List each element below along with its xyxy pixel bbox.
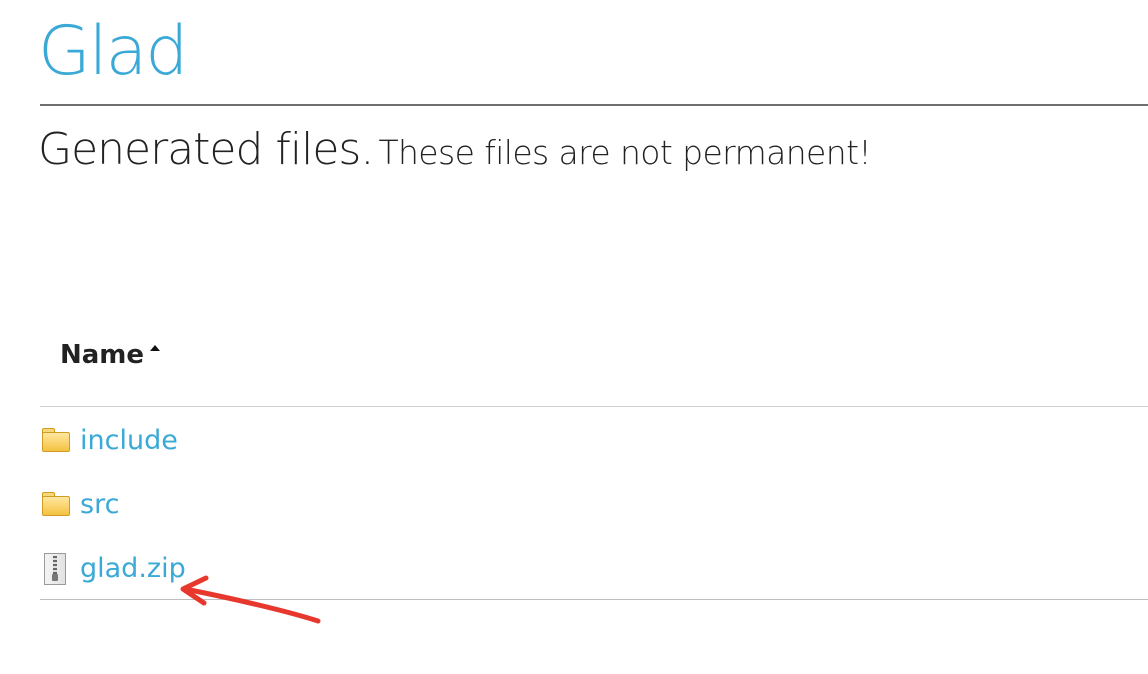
subtitle-main: Generated files. [38,124,374,175]
table-bottom-divider [40,599,1148,600]
list-item: glad.zip [40,548,186,588]
page-title: Glad [38,12,188,91]
subtitle-note: These files are not permanent! [378,133,872,172]
glad-zip-download-link[interactable]: glad.zip [80,555,186,582]
src-folder-link[interactable]: src [80,491,119,518]
include-folder-link[interactable]: include [80,427,178,454]
name-column-header[interactable]: Name [60,340,161,370]
folder-icon [40,425,70,455]
folder-icon [40,489,70,519]
page: Glad Generated files. These files are no… [0,0,1148,674]
list-item: include [40,420,178,460]
subtitle: Generated files. These files are not per… [38,128,872,172]
name-column-label: Name [60,340,145,370]
sort-ascending-icon [150,345,161,351]
zip-file-icon [40,553,70,585]
title-divider [40,104,1148,106]
list-item: src [40,484,119,524]
table-header-divider [40,406,1148,407]
